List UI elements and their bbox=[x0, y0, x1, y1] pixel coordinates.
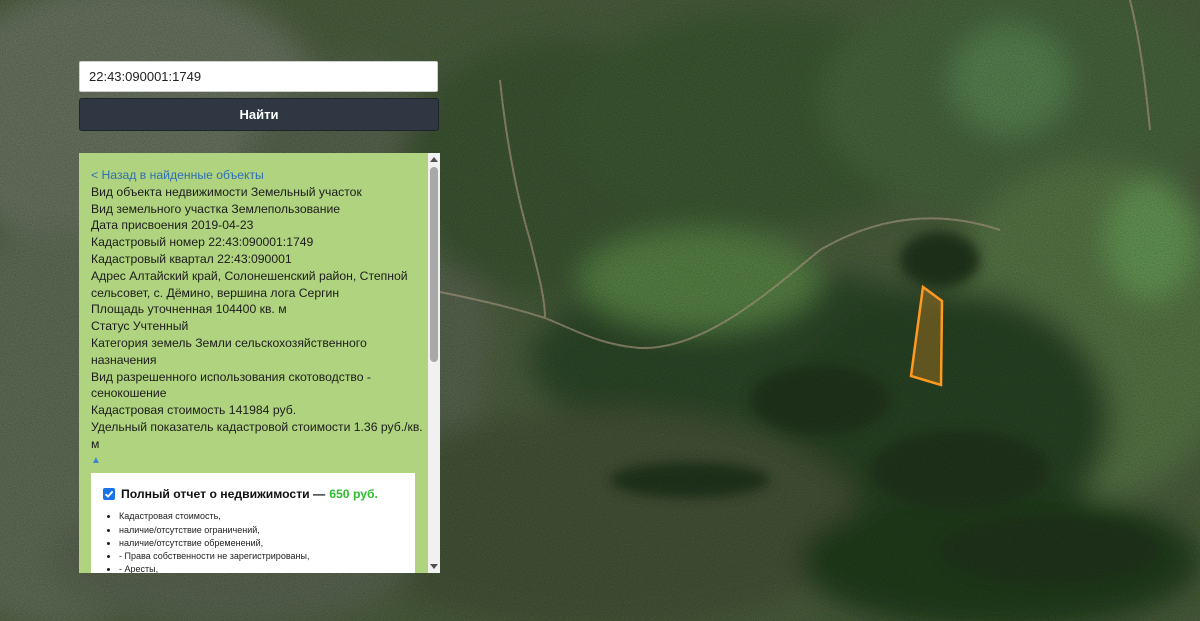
report-item: наличие/отсутствие обременений, bbox=[119, 537, 415, 550]
report-title: Полный отчет о недвижимости — bbox=[121, 486, 326, 501]
panel-scrollbar[interactable] bbox=[428, 153, 440, 573]
property-area: Площадь уточненная 104400 кв. м bbox=[91, 302, 287, 317]
report-item: наличие/отсутствие ограничений, bbox=[119, 524, 415, 537]
report-item: - Права собственности не зарегистрирован… bbox=[119, 550, 415, 563]
property-land-category: Категория земель Земли сельскохозяйствен… bbox=[91, 335, 367, 367]
property-permitted-use: Вид разрешенного использования скотоводс… bbox=[91, 369, 371, 401]
property-object-type: Вид объекта недвижимости Земельный участ… bbox=[91, 184, 362, 199]
find-button[interactable]: Найти bbox=[79, 98, 439, 131]
object-info-content: < Назад в найденные объекты Вид объекта … bbox=[79, 153, 428, 573]
property-land-type: Вид земельного участка Землепользование bbox=[91, 201, 341, 216]
scroll-up-arrow-icon[interactable] bbox=[430, 157, 438, 162]
property-cadastral-value: Кадастровая стоимость 141984 руб. bbox=[91, 403, 297, 418]
report-price: 650 руб. bbox=[329, 486, 378, 501]
full-report-card: Полный отчет о недвижимости — 650 руб. К… bbox=[91, 472, 415, 573]
object-info-panel: < Назад в найденные объекты Вид объекта … bbox=[79, 153, 440, 573]
property-specific-value: Удельный показатель кадастровой стоимост… bbox=[91, 419, 423, 451]
report-items-list: Кадастровая стоимость, наличие/отсутстви… bbox=[99, 510, 415, 573]
property-status: Статус Учтенный bbox=[91, 319, 189, 334]
report-checkbox[interactable] bbox=[103, 487, 115, 500]
property-cadastral-number: Кадастровый номер 22:43:090001:1749 bbox=[91, 235, 314, 250]
report-item: - Аресты, bbox=[119, 563, 415, 573]
report-item: Кадастровая стоимость, bbox=[119, 510, 415, 523]
property-address: Адрес Алтайский край, Солонешенский райо… bbox=[91, 268, 408, 300]
checkmark-icon bbox=[104, 490, 114, 498]
scroll-down-arrow-icon[interactable] bbox=[430, 564, 438, 569]
report-heading: Полный отчет о недвижимости — 650 руб. bbox=[99, 486, 415, 503]
property-cadastral-quarter: Кадастровый квартал 22:43:090001 bbox=[91, 251, 292, 266]
collapse-arrow-icon[interactable]: ▲ bbox=[91, 454, 428, 468]
scrollbar-thumb[interactable] bbox=[430, 167, 438, 362]
property-assign-date: Дата присвоения 2019-04-23 bbox=[91, 218, 254, 233]
cadastral-search-input[interactable] bbox=[79, 61, 438, 92]
back-to-results-link[interactable]: < Назад в найденные объекты bbox=[91, 167, 428, 184]
